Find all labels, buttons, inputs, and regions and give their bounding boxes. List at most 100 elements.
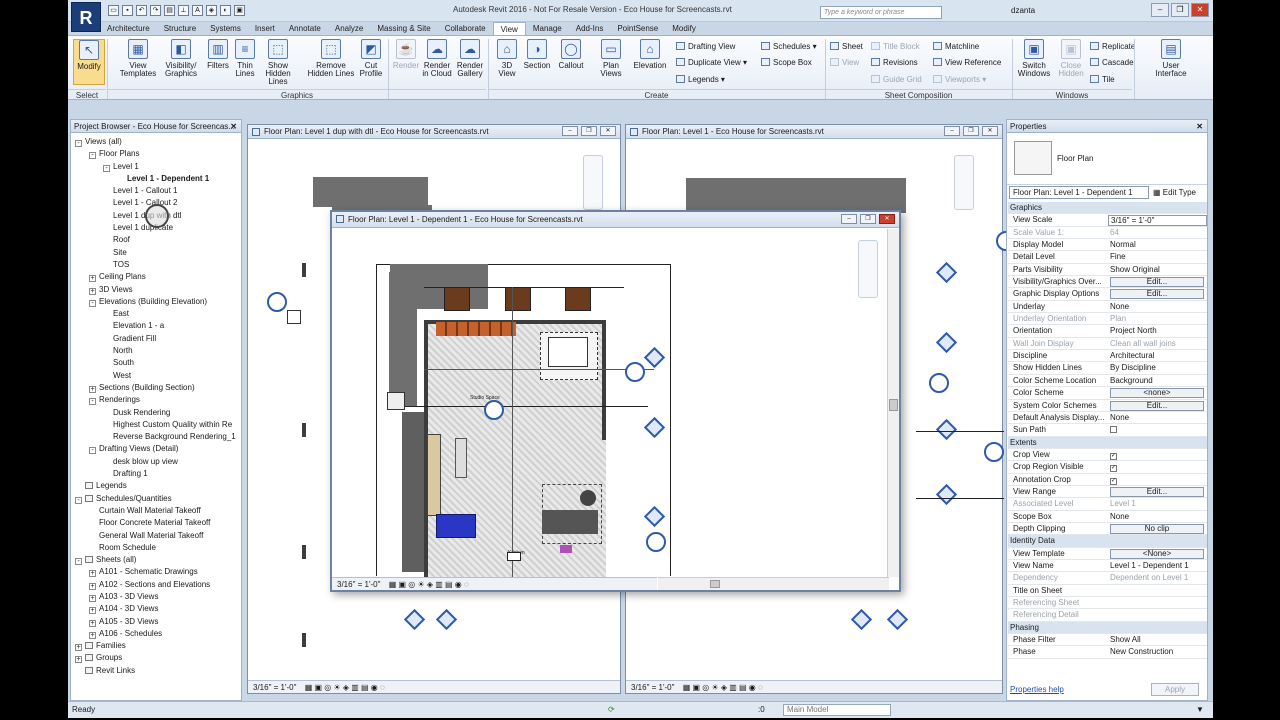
tree-item[interactable]: - Renderings [71, 394, 241, 406]
apply-button[interactable]: Apply [1151, 683, 1199, 696]
expand-icon[interactable]: + [75, 644, 82, 652]
tab-modify[interactable]: Modify [665, 22, 703, 35]
tree-item[interactable]: Highest Custom Quality within Re [71, 419, 241, 431]
property-value[interactable]: Background [1108, 375, 1207, 387]
tree-item[interactable]: desk blow up view [71, 456, 241, 468]
save-icon[interactable]: ▪ [122, 5, 133, 16]
restore-icon[interactable]: ❐ [581, 126, 597, 136]
property-row[interactable]: Graphic Display Options Edit... [1008, 288, 1207, 301]
render-in-cloud-button[interactable]: ☁ Render in Cloud [420, 39, 454, 85]
property-row[interactable]: Depth Clipping No clip [1008, 523, 1207, 536]
property-value[interactable]: ✓ [1108, 449, 1207, 461]
property-row[interactable]: Visibility/Graphics Over... Edit... [1008, 276, 1207, 289]
grid-bubble[interactable] [267, 292, 287, 312]
tree-item[interactable]: Dusk Rendering [71, 407, 241, 419]
elevation-tag[interactable] [643, 505, 666, 528]
view-reference-button[interactable]: View Reference [933, 57, 1001, 68]
tab-pointsense[interactable]: PointSense [610, 22, 665, 35]
property-value[interactable]: <None> [1108, 548, 1207, 560]
property-section[interactable]: Identity Data [1008, 535, 1207, 548]
render-button[interactable]: ☕ Render [389, 39, 423, 85]
property-row[interactable]: Phase Filter Show All [1008, 634, 1207, 647]
tree-item[interactable]: + A105 - 3D Views [71, 616, 241, 628]
property-value[interactable]: Level 1 - Dependent 1 [1108, 560, 1207, 572]
section-icon[interactable]: ◐ [220, 5, 231, 16]
modify-button[interactable]: ↖ Modify [73, 39, 105, 85]
property-value[interactable]: <none> [1108, 387, 1207, 399]
minimize-icon[interactable]: – [944, 126, 960, 136]
tree-item[interactable]: - Level 1 [71, 161, 241, 173]
tab-annotate[interactable]: Annotate [282, 22, 328, 35]
collapse-icon[interactable]: - [75, 558, 82, 566]
guide-grid-button[interactable]: Guide Grid [871, 74, 922, 85]
property-value[interactable]: 3/16" = 1'-0" [1108, 215, 1207, 227]
property-edit-button[interactable]: Edit... [1110, 486, 1204, 497]
elevation-tag[interactable] [435, 608, 458, 631]
tab-view[interactable]: View [492, 22, 526, 35]
tree-item[interactable]: Site [71, 247, 241, 259]
tree-item[interactable]: + A106 - Schedules [71, 628, 241, 640]
property-value[interactable]: None [1108, 511, 1207, 523]
grid-bubble[interactable] [929, 373, 949, 393]
close-icon[interactable]: ✕ [600, 126, 616, 136]
section-button[interactable]: ◑ Section [520, 39, 554, 85]
property-row[interactable]: View Scale 3/16" = 1'-0" [1008, 214, 1207, 227]
property-value[interactable]: By Discipline [1108, 362, 1207, 374]
tree-item[interactable]: Level 1 - Callout 1 [71, 185, 241, 197]
property-row[interactable]: Display Model Normal [1008, 239, 1207, 252]
property-value[interactable]: Edit... [1108, 288, 1207, 300]
tree-item[interactable]: Gradient Fill [71, 333, 241, 345]
property-row[interactable]: Dependency Dependent on Level 1 [1008, 572, 1207, 585]
tree-item[interactable]: + Families [71, 640, 241, 652]
type-selector[interactable]: Floor Plan [1007, 133, 1207, 185]
view-templates-button[interactable]: ▦ View Templates [116, 39, 160, 85]
worksharing-icon[interactable]: ⟳ [608, 702, 615, 718]
tab-architecture[interactable]: Architecture [100, 22, 157, 35]
collapse-icon[interactable]: - [75, 140, 82, 147]
restore-icon[interactable]: ❐ [1171, 3, 1189, 17]
revit-logo[interactable]: R [71, 2, 101, 32]
property-row[interactable]: Detail Level Fine [1008, 251, 1207, 264]
tree-item[interactable]: Reverse Background Rendering_1 [71, 431, 241, 443]
property-edit-button[interactable]: <None> [1110, 548, 1204, 559]
property-row[interactable]: Underlay Orientation Plan [1008, 313, 1207, 326]
redo-icon[interactable]: ↷ [150, 5, 161, 16]
undo-icon[interactable]: ↶ [136, 5, 147, 16]
title-block-button[interactable]: Title Block [871, 41, 920, 52]
open-icon[interactable]: ▭ [108, 5, 119, 16]
property-row[interactable]: Annotation Crop ✓ [1008, 474, 1207, 486]
expand-icon[interactable]: + [89, 619, 96, 627]
tree-item[interactable]: - Views (all) [71, 136, 241, 148]
close-icon[interactable]: ✕ [1191, 3, 1209, 17]
tree-item[interactable]: North [71, 345, 241, 357]
replicate-button[interactable]: Replicate [1090, 41, 1135, 52]
property-value[interactable]: ✓ [1108, 461, 1207, 473]
property-section[interactable]: Phasing [1008, 621, 1207, 635]
drafting-view-button[interactable]: Drafting View [676, 41, 735, 52]
tab-insert[interactable]: Insert [248, 22, 282, 35]
checkbox[interactable] [1110, 426, 1117, 434]
user-name[interactable]: dzanta [1011, 6, 1035, 15]
property-row[interactable]: Scope Box None [1008, 511, 1207, 523]
minimize-icon[interactable]: – [562, 126, 578, 136]
close-icon[interactable]: ✕ [879, 214, 895, 224]
tree-item[interactable]: - Schedules/Quantities [71, 493, 241, 505]
switch-windows-button[interactable]: ▣ Switch Windows [1015, 39, 1053, 85]
property-value[interactable]: ✓ [1108, 474, 1207, 486]
tree-item[interactable]: - Drafting Views (Detail) [71, 443, 241, 455]
property-row[interactable]: Sun Path [1008, 424, 1207, 437]
tree-item[interactable]: + Groups [71, 652, 241, 664]
property-row[interactable]: View Name Level 1 - Dependent 1 [1008, 560, 1207, 573]
3d-view-button[interactable]: ⌂ 3D View [490, 39, 524, 85]
elevation-tag[interactable] [935, 483, 958, 506]
instance-selector[interactable]: Floor Plan: Level 1 - Dependent 1 [1009, 186, 1149, 199]
close-hidden-icon[interactable]: ▣ [234, 5, 245, 16]
collapse-icon[interactable]: - [89, 299, 96, 307]
elevation-tag[interactable] [935, 418, 958, 441]
tree-item[interactable]: General Wall Material Takeoff [71, 530, 241, 542]
property-value[interactable]: Edit... [1108, 400, 1207, 412]
property-value[interactable]: Show Original [1108, 264, 1207, 276]
property-row[interactable]: Color Scheme <none> [1008, 387, 1207, 400]
property-value[interactable]: Project North [1108, 325, 1207, 337]
tree-item[interactable]: Floor Concrete Material Takeoff [71, 517, 241, 529]
